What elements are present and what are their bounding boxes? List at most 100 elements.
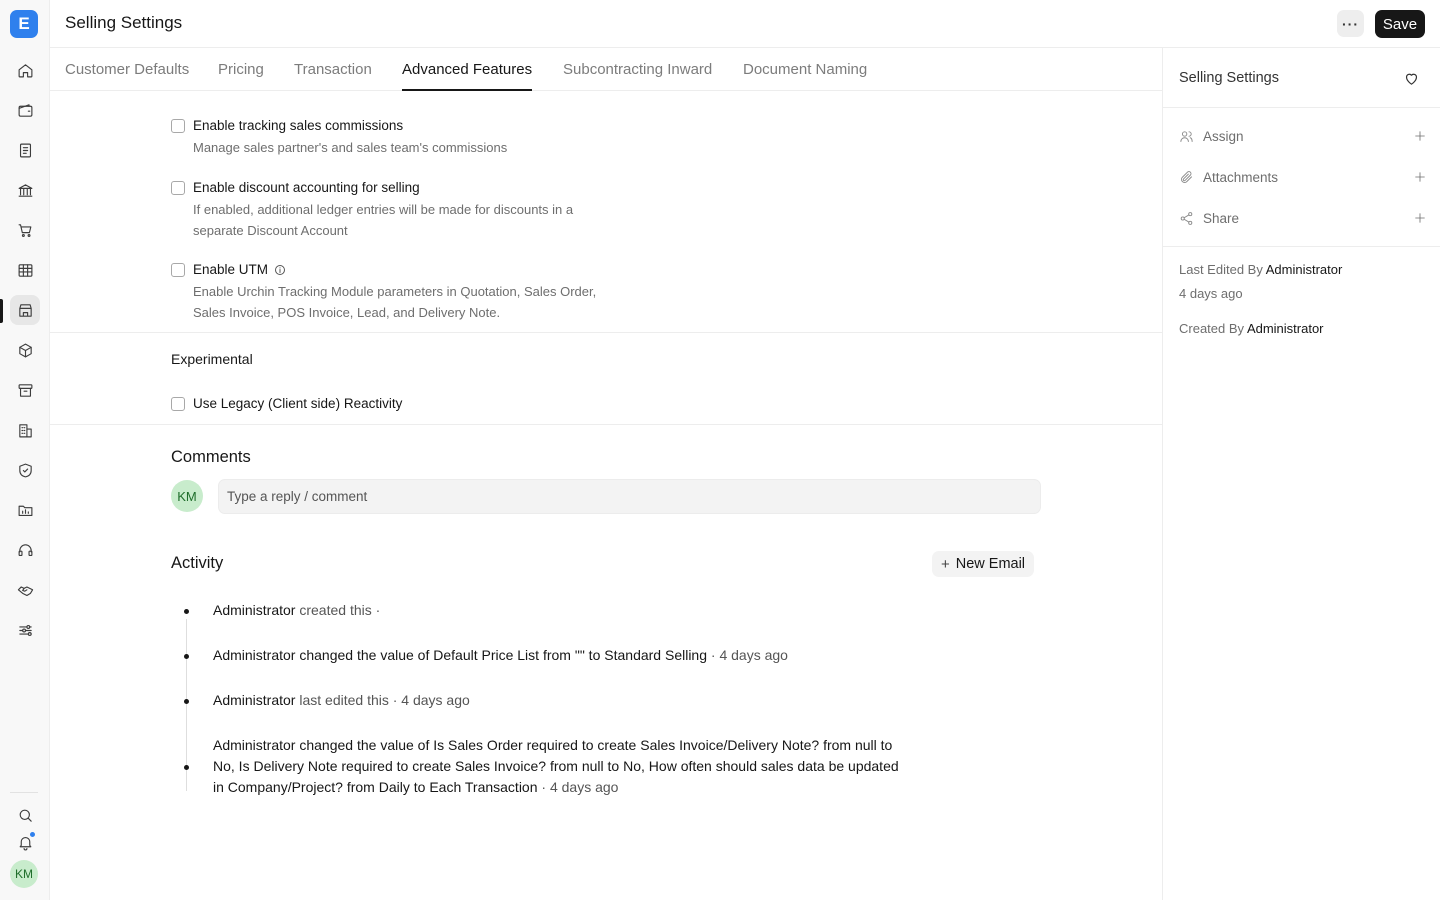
plus-icon: +	[940, 555, 950, 573]
more-actions-button[interactable]: ···	[1337, 10, 1364, 37]
created-user[interactable]: Administrator	[1247, 321, 1324, 336]
sliders-icon[interactable]	[10, 615, 40, 645]
activity-text: to	[584, 647, 605, 663]
sidebar-title: Selling Settings	[1179, 70, 1279, 86]
activity-value: No	[213, 758, 231, 774]
activity-value: Each Transaction	[429, 779, 538, 795]
activity-dot	[184, 654, 189, 659]
save-button[interactable]: Save	[1375, 10, 1425, 38]
add-share-icon[interactable]	[1413, 211, 1427, 225]
comments-title: Comments	[171, 448, 251, 466]
commissions-label[interactable]: Enable tracking sales commissions	[193, 118, 403, 133]
tab-advanced-features[interactable]: Advanced Features	[402, 61, 533, 91]
search-icon[interactable]	[10, 800, 40, 830]
legacy-reactivity-field: Use Legacy (Client side) Reactivity	[171, 396, 402, 411]
discount-label[interactable]: Enable discount accounting for selling	[193, 180, 420, 195]
app-logo[interactable]: E	[10, 10, 38, 38]
bell-icon[interactable]	[10, 827, 40, 857]
paperclip-icon	[1181, 170, 1192, 183]
last-edited-user[interactable]: Administrator	[1266, 262, 1343, 277]
section-divider	[50, 332, 1162, 333]
activity-value: No	[623, 758, 642, 774]
discount-checkbox[interactable]	[171, 180, 185, 195]
sidebar-divider	[1163, 107, 1440, 108]
page-header: Selling Settings ··· Save	[50, 0, 1440, 48]
last-edited-time: 4 days ago	[1179, 286, 1243, 301]
activity-user[interactable]: Administrator	[213, 692, 295, 708]
handshake-icon[interactable]	[10, 575, 40, 605]
activity-text: to	[876, 737, 893, 753]
info-icon[interactable]	[274, 264, 286, 276]
app-rail: E KM	[0, 0, 50, 900]
share-icon	[1180, 211, 1193, 225]
notification-dot	[29, 831, 36, 838]
tab-customer-defaults[interactable]: Customer Defaults	[65, 61, 189, 91]
add-assign-icon[interactable]	[1413, 129, 1427, 143]
activity-dot	[184, 609, 189, 614]
commissions-checkbox[interactable]	[171, 118, 185, 133]
package-icon[interactable]	[10, 335, 40, 365]
sidebar-divider	[1163, 246, 1440, 247]
headset-icon[interactable]	[10, 535, 40, 565]
home-icon[interactable]	[10, 55, 40, 85]
add-attachment-icon[interactable]	[1413, 170, 1427, 184]
utm-checkbox[interactable]	[171, 262, 185, 277]
last-edited-info: Last Edited By Administrator	[1179, 262, 1342, 277]
activity-value: null	[854, 737, 877, 753]
active-rail-marker	[0, 299, 3, 323]
tab-pricing[interactable]: Pricing	[218, 61, 264, 91]
last-edited-label: Last Edited By	[1179, 262, 1266, 277]
legacy-reactivity-label[interactable]: Use Legacy (Client side) Reactivity	[193, 396, 402, 411]
bank-icon[interactable]	[10, 175, 40, 205]
activity-text: to	[409, 779, 430, 795]
activity-user[interactable]: Administrator	[213, 647, 295, 663]
activity-item: Administrator created this ·	[213, 600, 903, 621]
activity-text: last edited this · 4 days ago	[295, 692, 470, 708]
archive-icon[interactable]	[10, 375, 40, 405]
activity-text: changed the value of Default Price List …	[295, 647, 575, 663]
section-divider	[50, 424, 1162, 425]
new-email-button[interactable]: + New Email	[932, 551, 1034, 577]
utm-label[interactable]: Enable UTM	[193, 262, 268, 277]
commissions-field: Enable tracking sales commissions	[171, 118, 403, 133]
user-avatar[interactable]: KM	[10, 860, 38, 888]
new-email-label: New Email	[955, 556, 1026, 572]
form-tabs: Customer Defaults Pricing Transaction Ad…	[50, 48, 1162, 91]
attachments-row[interactable]: Attachments	[1179, 167, 1427, 187]
activity-text: changed the value of Is Sales Order requ…	[295, 737, 855, 753]
activity-item: Administrator last edited this · 4 days …	[213, 690, 903, 711]
activity-time: · 4 days ago	[707, 647, 788, 663]
experimental-section-title: Experimental	[171, 351, 253, 367]
assign-row[interactable]: Assign	[1179, 126, 1427, 146]
store-icon[interactable]	[10, 295, 40, 325]
activity-time: · 4 days ago	[537, 779, 619, 795]
legacy-reactivity-checkbox[interactable]	[171, 396, 185, 411]
table-icon[interactable]	[10, 255, 40, 285]
cart-icon[interactable]	[10, 215, 40, 245]
activity-title: Activity	[171, 554, 224, 572]
created-label: Created By	[1179, 321, 1247, 336]
tab-subcontracting-inward[interactable]: Subcontracting Inward	[563, 61, 712, 91]
activity-user[interactable]: Administrator	[213, 737, 295, 753]
activity-text: created this ·	[295, 602, 381, 618]
activity-item: Administrator changed the value of Defau…	[213, 645, 903, 666]
heart-icon[interactable]	[1403, 70, 1420, 87]
activity-dot	[184, 765, 189, 770]
document-icon[interactable]	[10, 135, 40, 165]
attachments-label: Attachments	[1203, 169, 1279, 185]
comment-avatar: KM	[171, 480, 203, 512]
share-row[interactable]: Share	[1179, 208, 1427, 228]
tab-transaction[interactable]: Transaction	[294, 61, 372, 91]
tab-document-naming[interactable]: Document Naming	[743, 61, 867, 91]
activity-value: Standard Selling	[604, 647, 708, 663]
comment-input[interactable]: Type a reply / comment	[218, 479, 1041, 514]
shield-icon[interactable]	[10, 455, 40, 485]
wallet-icon[interactable]	[10, 95, 40, 125]
building-icon[interactable]	[10, 415, 40, 445]
utm-description: Enable Urchin Tracking Module parameters…	[193, 284, 597, 320]
assign-label: Assign	[1203, 128, 1244, 144]
created-info: Created By Administrator	[1179, 321, 1324, 336]
folder-icon[interactable]	[10, 495, 40, 525]
activity-user[interactable]: Administrator	[213, 602, 295, 618]
activity-text: to	[603, 758, 624, 774]
